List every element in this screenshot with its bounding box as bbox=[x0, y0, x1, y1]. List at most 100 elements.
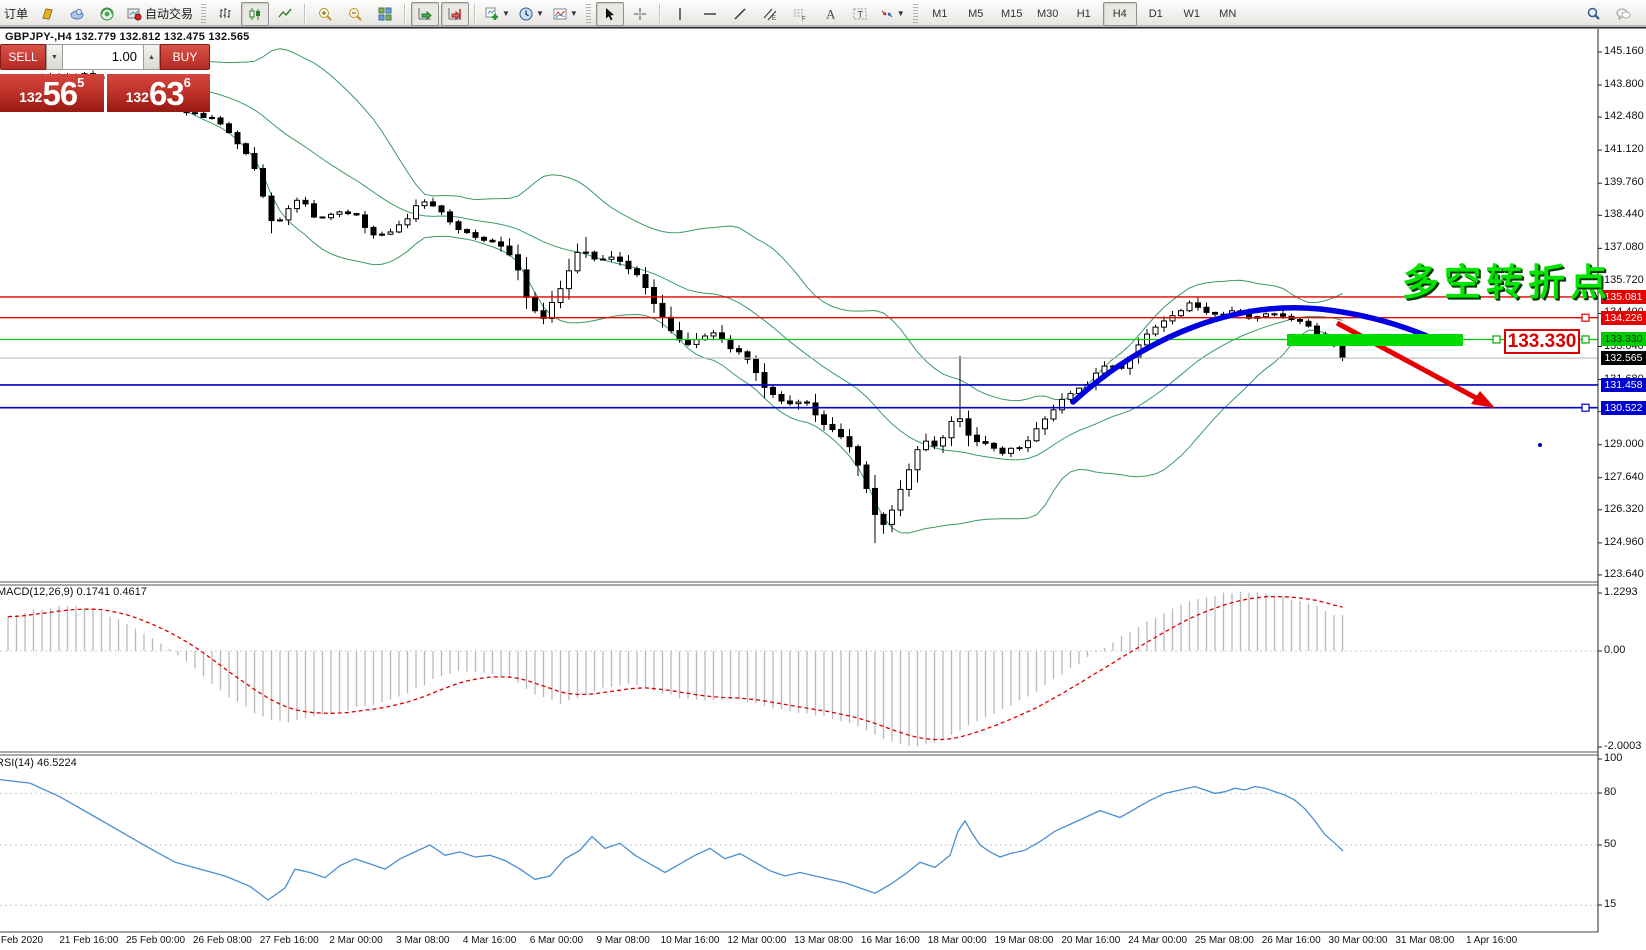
bollinger-upper-band[interactable] bbox=[170, 49, 1343, 401]
hline-handle[interactable] bbox=[1582, 314, 1589, 321]
buy-button[interactable]: BUY bbox=[160, 44, 210, 70]
hline-handle[interactable] bbox=[1493, 336, 1500, 343]
candle-body bbox=[1000, 448, 1005, 453]
horizontal-line-icon bbox=[702, 6, 718, 22]
candle-body bbox=[269, 196, 274, 220]
timeframe-m5[interactable]: M5 bbox=[959, 2, 993, 26]
candle-body bbox=[983, 442, 988, 444]
candle-body bbox=[1272, 314, 1277, 315]
timeframe-w1[interactable]: W1 bbox=[1175, 2, 1209, 26]
charts-button[interactable] bbox=[33, 2, 61, 26]
price-tick-label: 141.120 bbox=[1604, 143, 1646, 155]
price-tick-label: 127.640 bbox=[1604, 471, 1646, 483]
candle-body bbox=[473, 233, 478, 238]
candle-body bbox=[252, 153, 257, 168]
fibonacci-icon: F bbox=[792, 6, 808, 22]
candle-body bbox=[643, 275, 648, 288]
dropdown-arrow-icon: ▼ bbox=[570, 9, 578, 18]
candle-body bbox=[635, 269, 640, 275]
search-button[interactable] bbox=[1579, 2, 1607, 26]
templates-button[interactable]: ▼ bbox=[549, 2, 581, 26]
candle-body bbox=[796, 402, 801, 404]
timeframe-h1[interactable]: H1 bbox=[1067, 2, 1101, 26]
chart-shift-icon bbox=[447, 6, 463, 22]
sell-price[interactable]: 132565 bbox=[0, 74, 104, 112]
hline-handle[interactable] bbox=[1582, 336, 1589, 343]
candlestick-chart-button[interactable] bbox=[241, 2, 269, 26]
volume-down-stepper[interactable]: ▼ bbox=[46, 44, 63, 70]
bar-chart-button[interactable] bbox=[211, 2, 239, 26]
time-axis-label: 19 Mar 08:00 bbox=[995, 935, 1054, 946]
auto-trading-button[interactable]: 自动交易 bbox=[123, 2, 196, 26]
indicators-button[interactable]: ▼ bbox=[481, 2, 513, 26]
candle-body bbox=[303, 200, 308, 204]
buy-price-big-figure: 132 bbox=[126, 84, 149, 110]
candle-body bbox=[550, 302, 555, 318]
auto-trading-button-label: 自动交易 bbox=[145, 5, 193, 22]
candle-body bbox=[354, 214, 359, 215]
zoom-out-button[interactable] bbox=[341, 2, 369, 26]
candle-body bbox=[864, 465, 869, 488]
horizontal-line-button[interactable] bbox=[696, 2, 724, 26]
timeframe-m30[interactable]: M30 bbox=[1031, 2, 1065, 26]
timeframe-d1[interactable]: D1 bbox=[1139, 2, 1173, 26]
timeframe-m15-label: M15 bbox=[1001, 8, 1022, 20]
rsi-axis-label: 15 bbox=[1604, 898, 1646, 910]
candle-body bbox=[839, 430, 844, 437]
volume-input[interactable]: 1.00 bbox=[63, 44, 143, 70]
market-watch-button[interactable] bbox=[63, 2, 91, 26]
timeframe-w1-label: W1 bbox=[1183, 8, 1200, 20]
sell-button[interactable]: SELL bbox=[0, 44, 46, 70]
periods-button[interactable]: ▼ bbox=[515, 2, 547, 26]
fibonacci-button[interactable]: F bbox=[786, 2, 814, 26]
volume-up-stepper[interactable]: ▲ bbox=[143, 44, 160, 70]
price-tick-label: 129.000 bbox=[1604, 438, 1646, 450]
timeframe-m30-label: M30 bbox=[1037, 8, 1058, 20]
candle-body bbox=[448, 212, 453, 222]
green-bar-annotation[interactable] bbox=[1287, 334, 1463, 346]
timeframe-h4[interactable]: H4 bbox=[1103, 2, 1137, 26]
price-callout-box[interactable]: 133.330 bbox=[1504, 329, 1580, 354]
text-label-icon: T bbox=[852, 6, 868, 22]
chat-button[interactable] bbox=[1609, 2, 1637, 26]
candle-body bbox=[201, 113, 206, 117]
new-order-button[interactable]: 订单 bbox=[1, 2, 31, 26]
timeframe-mn[interactable]: MN bbox=[1211, 2, 1245, 26]
auto-scroll-icon bbox=[417, 6, 433, 22]
timeframe-m15[interactable]: M15 bbox=[995, 2, 1029, 26]
line-chart-button[interactable] bbox=[271, 2, 299, 26]
candle-body bbox=[1026, 441, 1031, 448]
timeframe-m1[interactable]: M1 bbox=[923, 2, 957, 26]
annotation-text[interactable]: 多空转折点 bbox=[1402, 252, 1612, 306]
cursor-button[interactable] bbox=[596, 2, 624, 26]
navigator-button[interactable] bbox=[93, 2, 121, 26]
trendline-button[interactable] bbox=[726, 2, 754, 26]
zoom-in-button[interactable] bbox=[311, 2, 339, 26]
chart-shift-button[interactable] bbox=[441, 2, 469, 26]
crosshair-button[interactable] bbox=[626, 2, 654, 26]
channel-button[interactable]: E bbox=[756, 2, 784, 26]
candle-body bbox=[490, 240, 495, 242]
candle-body bbox=[737, 349, 742, 352]
blue-arc-annotation[interactable] bbox=[1073, 308, 1434, 402]
vertical-line-button[interactable] bbox=[666, 2, 694, 26]
chart-canvas[interactable] bbox=[0, 28, 1646, 950]
timeframe-m1-label: M1 bbox=[932, 8, 947, 20]
buy-price[interactable]: 132636 bbox=[107, 74, 211, 112]
tile-windows-button[interactable] bbox=[371, 2, 399, 26]
candle-body bbox=[1187, 303, 1192, 311]
candle-body bbox=[1034, 429, 1039, 441]
candle-body bbox=[1213, 312, 1218, 314]
time-axis-label: Feb 2020 bbox=[1, 935, 43, 946]
candle-body bbox=[575, 252, 580, 270]
chart-area[interactable]: GBPJPY-,H4 132.779 132.812 132.475 132.5… bbox=[0, 28, 1646, 950]
text-label-button[interactable]: T bbox=[846, 2, 874, 26]
bollinger-middle-band[interactable] bbox=[170, 84, 1343, 460]
candle-body bbox=[1179, 311, 1184, 316]
arrows-button[interactable]: ▼ bbox=[876, 2, 908, 26]
candlestick-series[interactable] bbox=[6, 71, 1346, 543]
auto-scroll-button[interactable] bbox=[411, 2, 439, 26]
candle-body bbox=[958, 419, 963, 422]
text-button[interactable]: A bbox=[816, 2, 844, 26]
hline-handle[interactable] bbox=[1582, 404, 1589, 411]
